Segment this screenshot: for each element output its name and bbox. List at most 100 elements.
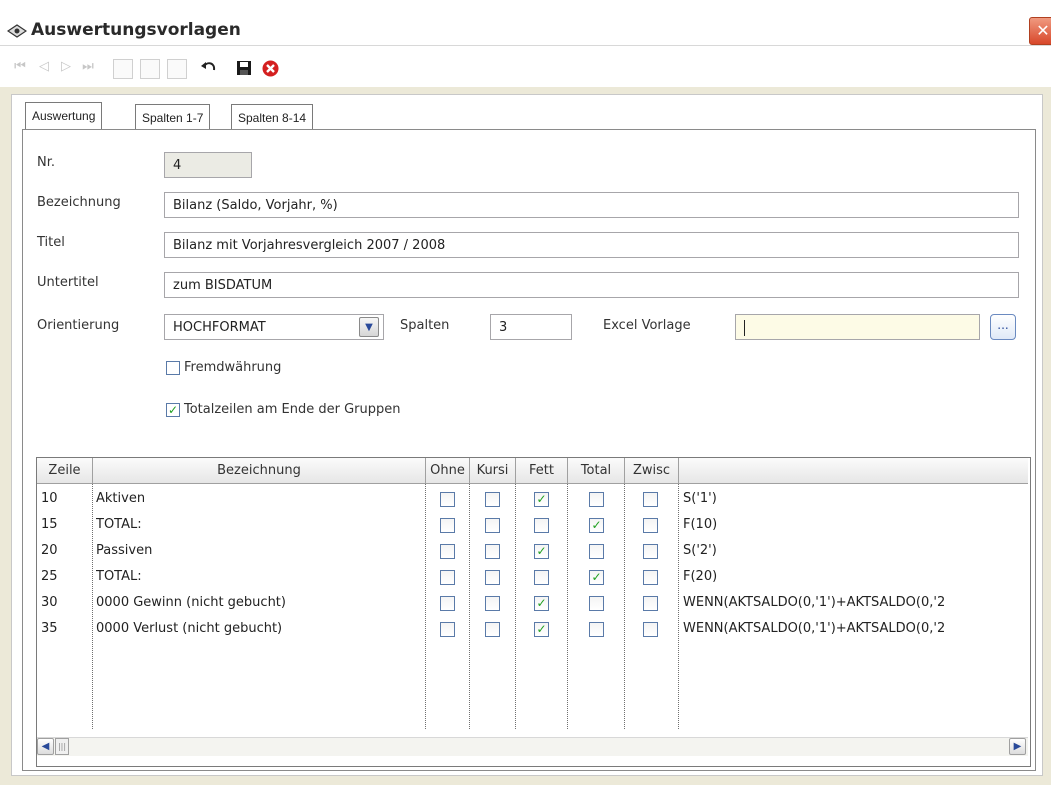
tab-label: Auswertung	[32, 109, 96, 123]
grid-header: Zeile Bezeichnung Ohne Kursi Fett Total …	[37, 458, 1028, 484]
fett-checkbox[interactable]	[534, 518, 549, 533]
fett-checkbox[interactable]	[534, 570, 549, 585]
excel-vorlage-field[interactable]	[735, 314, 980, 340]
save-icon[interactable]	[236, 60, 252, 76]
toolbar: ⏮ ◁ ▷ ⏭	[0, 46, 1051, 87]
scroll-thumb[interactable]: |||	[55, 738, 69, 755]
new-record-icon[interactable]	[113, 59, 133, 79]
spalten-label: Spalten	[400, 318, 450, 333]
kursiv-checkbox[interactable]	[485, 518, 500, 533]
horizontal-scrollbar[interactable]: ◀ ||| ▶	[37, 737, 1028, 756]
scroll-left-icon[interactable]: ◀	[37, 738, 54, 755]
ohne-checkbox[interactable]	[440, 570, 455, 585]
kursiv-checkbox[interactable]	[485, 570, 500, 585]
column-header-kursiv[interactable]: Kursi	[470, 458, 516, 483]
table-row[interactable]: 30 0000 Gewinn (nicht gebucht) ✓ WENN(AKTSA…	[37, 592, 1028, 618]
chevron-down-icon[interactable]: ▼	[359, 317, 379, 337]
fremdwaehrung-checkbox[interactable]	[166, 361, 180, 375]
bezeichnung-cell[interactable]: Passiven	[96, 543, 422, 558]
zeile-cell[interactable]: 25	[41, 569, 89, 584]
bezeichnung-cell[interactable]: 0000 Verlust (nicht gebucht)	[96, 621, 422, 636]
bezeichnung-field[interactable]: Bilanz (Saldo, Vorjahr, %)	[164, 192, 1019, 218]
formel-cell[interactable]: F(10)	[683, 517, 1023, 532]
formel-cell[interactable]: S('2')	[683, 543, 1023, 558]
table-row[interactable]: 35 0000 Verlust (nicht gebucht) ✓ WENN(AKTS…	[37, 618, 1028, 644]
text-cursor	[744, 319, 745, 336]
fett-checkbox[interactable]: ✓	[534, 492, 549, 507]
zwisc-checkbox[interactable]	[643, 518, 658, 533]
zeile-cell[interactable]: 35	[41, 621, 89, 636]
fett-checkbox[interactable]: ✓	[534, 544, 549, 559]
total-checkbox[interactable]	[589, 596, 604, 611]
bezeichnung-cell[interactable]: Aktiven	[96, 491, 422, 506]
bezeichnung-cell[interactable]: TOTAL:	[96, 569, 422, 584]
kursiv-checkbox[interactable]	[485, 596, 500, 611]
bezeichnung-cell[interactable]: TOTAL:	[96, 517, 422, 532]
scroll-right-icon[interactable]: ▶	[1009, 738, 1026, 755]
zwisc-checkbox[interactable]	[643, 596, 658, 611]
ohne-checkbox[interactable]	[440, 492, 455, 507]
cancel-icon[interactable]	[262, 60, 279, 77]
zwisc-checkbox[interactable]	[643, 492, 658, 507]
formel-cell[interactable]: WENN(AKTSALDO(0,'1')+AKTSALDO(0,'2	[683, 621, 1023, 636]
zeile-cell[interactable]: 10	[41, 491, 89, 506]
lines-grid: Zeile Bezeichnung Ohne Kursi Fett Total …	[36, 457, 1031, 767]
kursiv-checkbox[interactable]	[485, 492, 500, 507]
spalten-field[interactable]: 3	[490, 314, 572, 340]
totalzeilen-checkbox[interactable]: ✓	[166, 403, 180, 417]
zeile-cell[interactable]: 15	[41, 517, 89, 532]
first-record-icon[interactable]: ⏮	[12, 59, 28, 75]
column-header-total[interactable]: Total	[568, 458, 625, 483]
table-row[interactable]: 15 TOTAL: ✓ F(10)	[37, 514, 1028, 540]
fett-checkbox[interactable]: ✓	[534, 596, 549, 611]
zwisc-checkbox[interactable]	[643, 622, 658, 637]
tab-auswertung[interactable]: Auswertung	[25, 102, 103, 131]
nr-field[interactable]: 4	[164, 152, 252, 178]
app-eye-icon	[7, 24, 27, 38]
zwisc-checkbox[interactable]	[643, 544, 658, 559]
column-header-zwisc[interactable]: Zwisc	[625, 458, 679, 483]
ohne-checkbox[interactable]	[440, 518, 455, 533]
ohne-checkbox[interactable]	[440, 622, 455, 637]
orientierung-select[interactable]: HOCHFORMAT	[164, 314, 384, 340]
undo-icon[interactable]	[200, 60, 218, 76]
table-row[interactable]: 10 Aktiven ✓ S('1')	[37, 488, 1028, 514]
table-row[interactable]: 25 TOTAL: ✓ F(20)	[37, 566, 1028, 592]
next-record-icon[interactable]: ▷	[58, 59, 74, 75]
column-header-ohne[interactable]: Ohne	[426, 458, 470, 483]
tab-spalten-8-14[interactable]: Spalten 8-14	[231, 104, 314, 131]
zeile-cell[interactable]: 30	[41, 595, 89, 610]
total-checkbox[interactable]: ✓	[589, 570, 604, 585]
total-checkbox[interactable]	[589, 492, 604, 507]
titel-field[interactable]: Bilanz mit Vorjahresvergleich 2007 / 200…	[164, 232, 1019, 258]
total-checkbox[interactable]	[589, 544, 604, 559]
formel-cell[interactable]: WENN(AKTSALDO(0,'1')+AKTSALDO(0,'2	[683, 595, 1023, 610]
ohne-checkbox[interactable]	[440, 544, 455, 559]
delete-record-icon[interactable]	[167, 59, 187, 79]
column-header-formel[interactable]	[679, 458, 1028, 483]
last-record-icon[interactable]: ⏭	[80, 59, 96, 75]
browse-excel-button[interactable]: ...	[990, 314, 1016, 340]
formel-cell[interactable]: F(20)	[683, 569, 1023, 584]
zeile-cell[interactable]: 20	[41, 543, 89, 558]
column-header-fett[interactable]: Fett	[516, 458, 568, 483]
total-checkbox[interactable]: ✓	[589, 518, 604, 533]
fett-checkbox[interactable]: ✓	[534, 622, 549, 637]
totalzeilen-label: Totalzeilen am Ende der Gruppen	[184, 402, 401, 417]
kursiv-checkbox[interactable]	[485, 544, 500, 559]
bezeichnung-cell[interactable]: 0000 Gewinn (nicht gebucht)	[96, 595, 422, 610]
close-button[interactable]: ✕	[1029, 17, 1051, 45]
tab-spalten-1-7[interactable]: Spalten 1-7	[135, 104, 211, 131]
total-checkbox[interactable]	[589, 622, 604, 637]
table-row[interactable]: 20 Passiven ✓ S('2')	[37, 540, 1028, 566]
ohne-checkbox[interactable]	[440, 596, 455, 611]
formel-cell[interactable]: S('1')	[683, 491, 1023, 506]
fremdwaehrung-label: Fremdwährung	[184, 360, 282, 375]
column-header-zeile[interactable]: Zeile	[37, 458, 93, 483]
kursiv-checkbox[interactable]	[485, 622, 500, 637]
column-header-bezeichnung[interactable]: Bezeichnung	[93, 458, 426, 483]
zwisc-checkbox[interactable]	[643, 570, 658, 585]
previous-record-icon[interactable]: ◁	[36, 59, 52, 75]
untertitel-field[interactable]: zum BISDATUM	[164, 272, 1019, 298]
copy-record-icon[interactable]	[140, 59, 160, 79]
